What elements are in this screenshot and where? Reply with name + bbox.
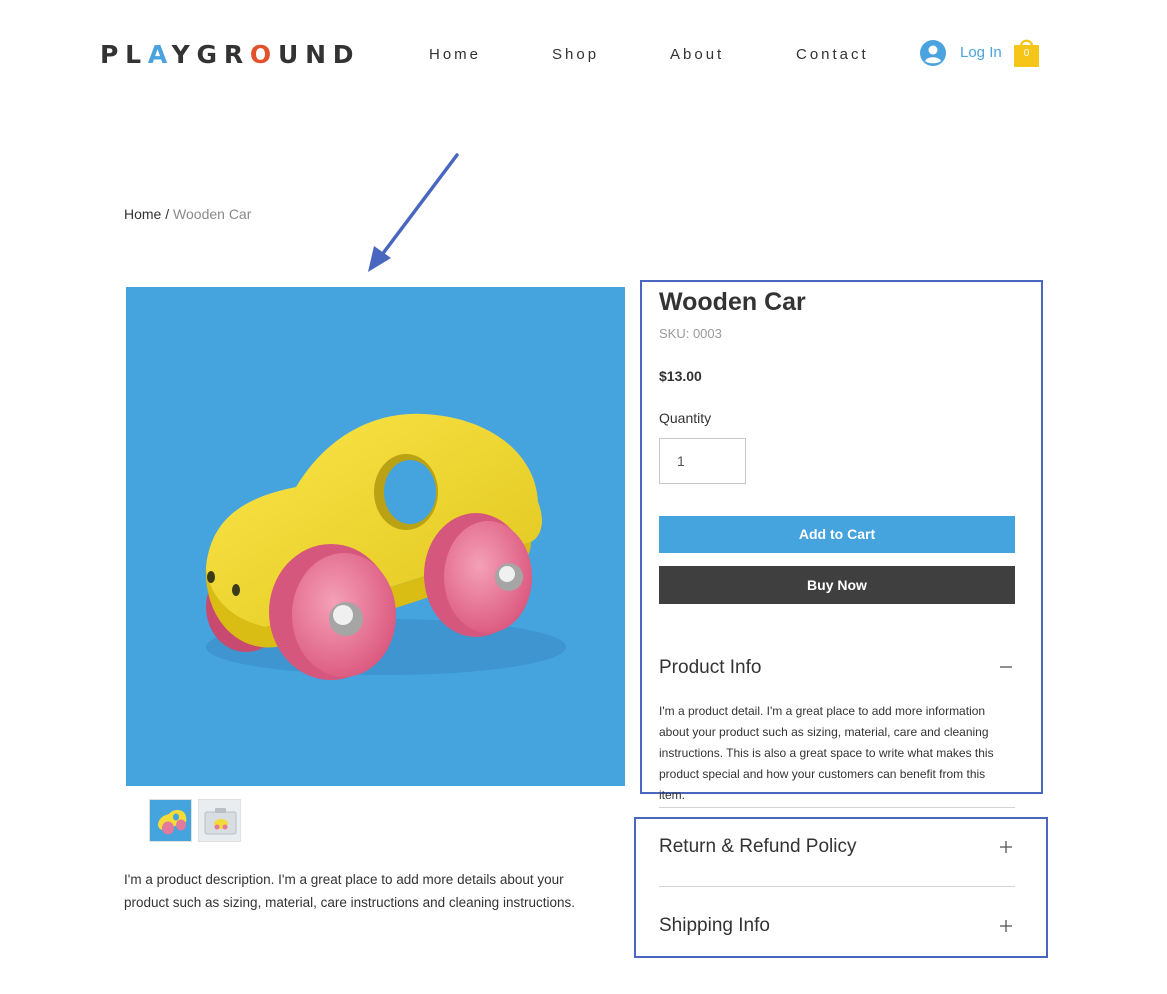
- user-avatar-icon[interactable]: [920, 40, 946, 66]
- pointer-arrow-icon: [368, 153, 459, 272]
- thumbnail-wooden-car[interactable]: [149, 799, 192, 842]
- plus-icon[interactable]: [998, 839, 1014, 855]
- login-link[interactable]: Log In: [960, 44, 1002, 62]
- quantity-input[interactable]: [659, 438, 746, 484]
- product-description: I'm a product description. I'm a great p…: [124, 872, 575, 910]
- thumbnail-boxed-car[interactable]: [198, 799, 241, 842]
- logo-letter-o: O: [249, 40, 278, 69]
- site-logo[interactable]: PLAYGROUND: [100, 40, 360, 70]
- product-price: $13.00: [659, 368, 702, 384]
- logo-text-part: YGR: [171, 40, 250, 69]
- wooden-car-thumbnail-icon: [158, 810, 187, 835]
- product-info-text: I'm a product detail. I'm a great place …: [659, 704, 994, 802]
- boxed-car-thumbnail-icon: [204, 808, 237, 835]
- minus-icon[interactable]: [998, 659, 1014, 675]
- return-policy-title[interactable]: Return & Refund Policy: [659, 836, 857, 858]
- section-divider: [659, 886, 1015, 887]
- nav-about[interactable]: About: [670, 46, 724, 64]
- product-sku: SKU: 0003: [659, 326, 722, 341]
- breadcrumb: Home / Wooden Car: [124, 206, 251, 223]
- product-info-title[interactable]: Product Info: [659, 657, 761, 679]
- section-divider: [659, 807, 1015, 808]
- shipping-info-title[interactable]: Shipping Info: [659, 915, 770, 937]
- breadcrumb-home[interactable]: Home: [124, 206, 161, 222]
- breadcrumb-current: Wooden Car: [173, 206, 252, 222]
- product-title: Wooden Car: [659, 288, 806, 316]
- plus-icon[interactable]: [998, 918, 1014, 934]
- buy-now-button[interactable]: Buy Now: [659, 566, 1015, 604]
- logo-letter-a: A: [147, 40, 172, 69]
- breadcrumb-separator: /: [161, 206, 174, 222]
- logo-text-part: PL: [100, 40, 148, 69]
- nav-home[interactable]: Home: [429, 46, 481, 64]
- nav-contact[interactable]: Contact: [796, 46, 869, 64]
- nav-shop[interactable]: Shop: [552, 46, 599, 64]
- quantity-label: Quantity: [659, 410, 712, 426]
- logo-text-part: UND: [277, 40, 361, 69]
- wooden-car-photo-icon: [205, 413, 566, 680]
- add-to-cart-button[interactable]: Add to Cart: [659, 516, 1015, 553]
- product-main-image[interactable]: [126, 287, 625, 786]
- cart-count-badge: 0: [1023, 48, 1030, 59]
